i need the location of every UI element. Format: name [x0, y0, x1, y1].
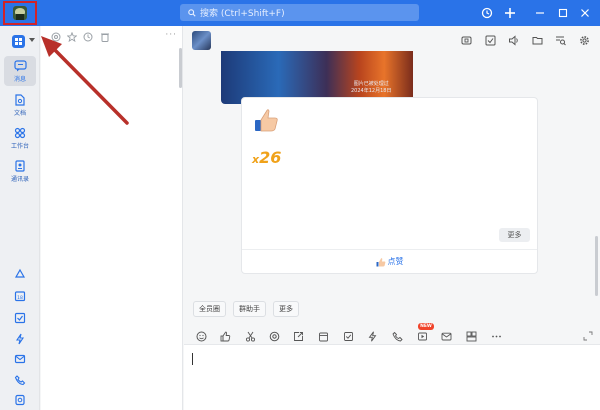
todo-icon[interactable]: [13, 311, 27, 325]
like-count: x26: [252, 148, 281, 167]
screen-icon[interactable]: [460, 34, 472, 46]
scissors-icon[interactable]: [244, 330, 256, 342]
task-icon[interactable]: [342, 330, 354, 342]
thumbs-up-icon[interactable]: [219, 330, 231, 342]
star-icon[interactable]: [66, 31, 77, 42]
chat-area: 图片已被处理过 2024年12月18日 x26 更多 点赞 全员圈 群助手 更多: [184, 26, 600, 410]
quick-button-all-circle[interactable]: 全员圈: [193, 301, 226, 317]
calendar-icon[interactable]: 18: [13, 289, 27, 303]
title-bar: 搜索 (Ctrl+Shift+F): [0, 0, 600, 26]
folder-icon[interactable]: [531, 34, 543, 46]
phone-icon[interactable]: [13, 373, 27, 387]
like-action-button[interactable]: 点赞: [242, 249, 537, 273]
nav-item-label: 消息: [13, 75, 26, 83]
message-icon: [13, 59, 27, 71]
nav-item-label: 通讯录: [10, 175, 29, 183]
chat-scrollbar[interactable]: [595, 236, 598, 296]
layout-icon[interactable]: [465, 330, 477, 342]
like-count-value: 26: [259, 148, 282, 167]
calendar-icon[interactable]: [317, 330, 329, 342]
check-icon[interactable]: [484, 34, 496, 46]
lightning-icon[interactable]: [366, 330, 378, 342]
search-icon: [188, 8, 196, 17]
emoji-icon[interactable]: [195, 330, 207, 342]
lightning-icon[interactable]: [13, 332, 27, 346]
conversation-list-panel: ···: [41, 26, 183, 410]
share-icon[interactable]: [292, 330, 304, 342]
phone-icon[interactable]: [391, 330, 403, 342]
speaker-icon[interactable]: [507, 34, 519, 46]
at-icon[interactable]: [268, 330, 280, 342]
maximize-icon[interactable]: [555, 5, 571, 21]
add-icon[interactable]: [502, 5, 518, 21]
message-input[interactable]: [184, 344, 600, 410]
like-action-label: 点赞: [387, 257, 404, 266]
image-caption: 图片已被处理过 2024年12月18日: [351, 81, 392, 94]
document-icon: [15, 93, 25, 106]
nav-item-documents[interactable]: 文档: [4, 90, 36, 120]
list-scrollbar[interactable]: [179, 48, 182, 88]
chevron-down-icon[interactable]: [29, 38, 35, 42]
nav-item-contacts[interactable]: 通讯录: [4, 156, 36, 186]
contacts-icon: [15, 159, 25, 172]
clock-icon[interactable]: [82, 31, 93, 42]
search-input[interactable]: 搜索 (Ctrl+Shift+F): [180, 4, 419, 21]
nav-item-workbench[interactable]: 工作台: [4, 123, 36, 153]
nav-item-label: 文档: [13, 109, 26, 117]
close-icon[interactable]: [577, 5, 593, 21]
user-avatar-highlighted[interactable]: [3, 1, 37, 25]
video-icon[interactable]: [416, 330, 428, 342]
search-placeholder: 搜索 (Ctrl+Shift+F): [200, 9, 285, 19]
left-navigation: 消息 文档 工作台 通讯录 18: [0, 26, 40, 410]
new-badge: NEW: [418, 323, 434, 330]
expand-icon[interactable]: [582, 330, 594, 342]
nav-item-messages[interactable]: 消息: [4, 56, 36, 86]
mail-icon[interactable]: [13, 352, 27, 366]
cloud-icon[interactable]: [13, 267, 27, 281]
minimize-icon[interactable]: [532, 5, 548, 21]
list-toolbar: ···: [41, 26, 183, 48]
settings-icon[interactable]: [578, 34, 590, 46]
more-button[interactable]: 更多: [499, 228, 530, 242]
app-grid-icon[interactable]: [12, 35, 25, 48]
thumbs-up-icon: [376, 257, 385, 266]
trash-icon[interactable]: [99, 31, 110, 42]
workbench-icon: [14, 127, 26, 138]
input-toolbar: NEW: [184, 323, 600, 346]
nav-item-label: 工作台: [10, 142, 29, 150]
doc-share-icon[interactable]: [13, 393, 27, 407]
thumbs-up-icon: [252, 106, 280, 134]
like-card: x26 更多 点赞: [241, 97, 538, 274]
at-icon[interactable]: [50, 31, 61, 42]
quick-button-group-assistant[interactable]: 群助手: [233, 301, 266, 317]
chat-avatar[interactable]: [192, 31, 211, 50]
avatar[interactable]: [13, 6, 27, 20]
history-icon[interactable]: [479, 5, 495, 21]
text-caret: [192, 353, 193, 365]
svg-text:18: 18: [17, 295, 23, 301]
more-options-icon[interactable]: ···: [165, 30, 177, 40]
more-icon[interactable]: [490, 330, 502, 342]
search-record-icon[interactable]: [554, 34, 566, 46]
mail-icon[interactable]: [440, 330, 452, 342]
quick-button-more[interactable]: 更多: [273, 301, 299, 317]
